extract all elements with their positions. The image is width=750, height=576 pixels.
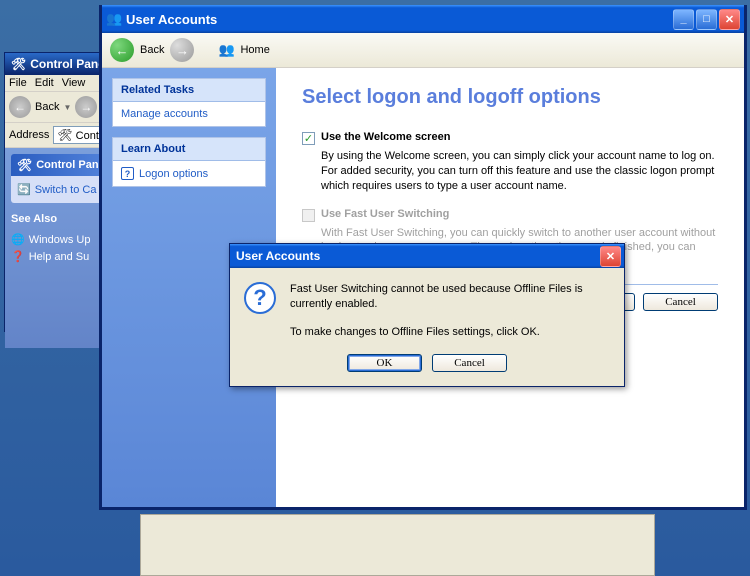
minimize-button[interactable]: _ — [673, 9, 694, 30]
link-logon-options[interactable]: Logon options — [113, 161, 265, 186]
ua-forward-button[interactable]: → — [170, 38, 194, 62]
address-label: Address — [9, 129, 49, 141]
cp-back-button[interactable]: ← — [9, 96, 31, 118]
cp-forward-button[interactable]: → — [75, 96, 97, 118]
checkbox-welcome-screen[interactable]: ✓ — [302, 132, 315, 145]
maximize-button[interactable]: □ — [696, 9, 717, 30]
control-panel-title: Control Panel — [30, 57, 108, 71]
dialog-line2: To make changes to Offline Files setting… — [290, 325, 610, 340]
dialog-button-row: OK Cancel — [230, 354, 624, 386]
menu-edit[interactable]: Edit — [35, 77, 54, 89]
ua-back-button[interactable]: ← — [110, 38, 134, 62]
option-welcome-screen: ✓ Use the Welcome screen By using the We… — [302, 131, 718, 194]
home-icon — [218, 42, 234, 58]
question-icon — [121, 167, 134, 180]
user-accounts-titlebar[interactable]: User Accounts _ □ ✕ — [102, 5, 744, 33]
dialog-body: ? Fast User Switching cannot be used bec… — [230, 268, 624, 354]
link-manage-accounts[interactable]: Manage accounts — [113, 102, 265, 126]
cp-back-chevron-icon[interactable]: ▼ — [63, 103, 71, 112]
switch-icon — [17, 183, 31, 196]
related-tasks-section: Related Tasks Manage accounts — [112, 78, 266, 127]
menu-file[interactable]: File — [9, 77, 27, 89]
dialog-titlebar[interactable]: User Accounts ✕ — [230, 244, 624, 268]
checkbox-fast-user-switching — [302, 209, 315, 222]
learn-about-header: Learn About — [113, 138, 265, 161]
dialog-title: User Accounts — [236, 249, 320, 263]
dialog-ok-button[interactable]: OK — [347, 354, 422, 372]
label-welcome-screen[interactable]: Use the Welcome screen — [321, 131, 450, 143]
label-fast-user-switching: Use Fast User Switching — [321, 208, 449, 220]
related-tasks-header: Related Tasks — [113, 79, 265, 102]
learn-about-section: Learn About Logon options — [112, 137, 266, 187]
close-button[interactable]: ✕ — [719, 9, 740, 30]
ua-home-link[interactable]: Home — [240, 44, 269, 56]
desc-welcome-screen: By using the Welcome screen, you can sim… — [321, 149, 718, 194]
cp-back-label: Back — [35, 101, 59, 113]
address-cp-icon — [57, 130, 72, 142]
user-accounts-title: User Accounts — [126, 12, 217, 27]
cp-header-icon — [17, 158, 32, 172]
menu-view[interactable]: View — [62, 77, 86, 89]
dialog-user-accounts: User Accounts ✕ ? Fast User Switching ca… — [229, 243, 625, 387]
dialog-text: Fast User Switching cannot be used becau… — [290, 282, 610, 340]
cancel-button-main[interactable]: Cancel — [643, 293, 718, 311]
user-accounts-icon — [106, 11, 122, 27]
dialog-cancel-button[interactable]: Cancel — [432, 354, 507, 372]
globe-icon — [11, 233, 25, 246]
question-mark-icon: ? — [244, 282, 276, 314]
footer-strip — [140, 514, 655, 576]
dialog-close-button[interactable]: ✕ — [600, 246, 621, 267]
help-icon — [11, 250, 25, 263]
page-heading: Select logon and logoff options — [302, 86, 718, 109]
ua-toolbar: ← Back → Home — [102, 33, 744, 68]
ua-back-label: Back — [140, 44, 164, 56]
dialog-line1: Fast User Switching cannot be used becau… — [290, 282, 610, 313]
control-panel-icon — [11, 57, 26, 71]
